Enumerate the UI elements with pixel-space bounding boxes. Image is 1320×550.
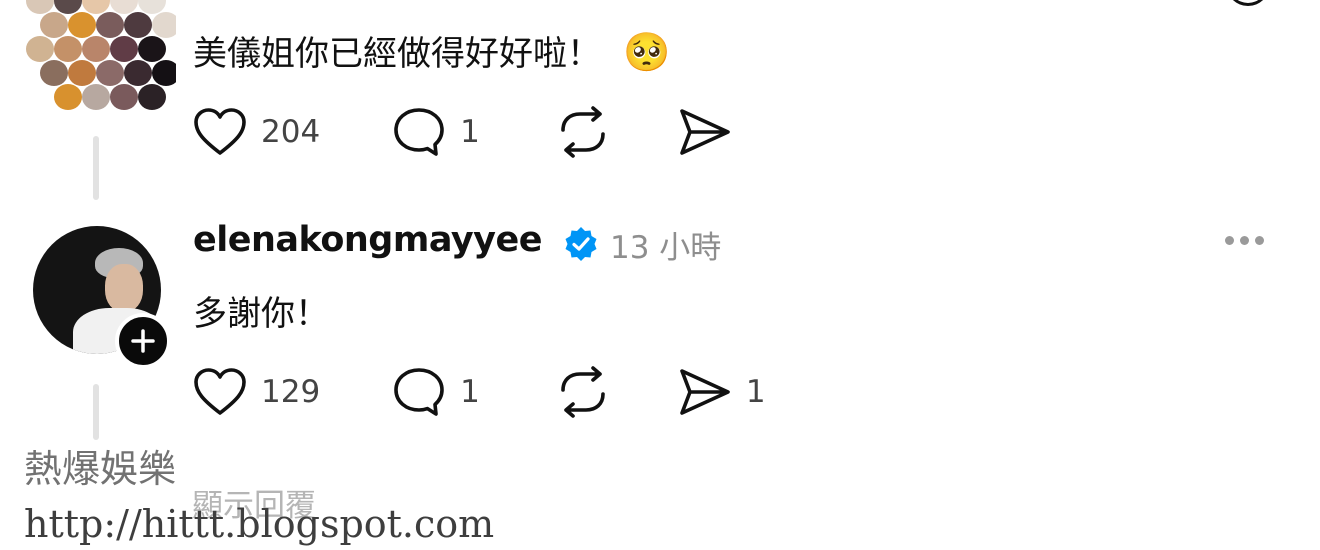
comment-button[interactable]: 1 [392, 366, 480, 418]
timestamp: 13 小時 [610, 230, 722, 266]
thread-line-1 [93, 136, 99, 200]
like-button[interactable]: 204 [193, 107, 320, 157]
comment-bubble-icon [394, 108, 444, 156]
comment-count: 1 [460, 114, 480, 150]
pleading-face-emoji: 🥺 [623, 30, 671, 74]
heart-icon [194, 368, 246, 415]
thread-line-2 [93, 384, 99, 440]
reply-1-text: 美儀姐你已經做得好好啦！ 🥺 [193, 30, 671, 74]
repost-icon [561, 366, 605, 418]
avatar-face [105, 264, 143, 312]
watermark-url: http://hittt.blogspot.com [24, 502, 495, 546]
more-options-button[interactable] [1225, 236, 1264, 245]
repost-button[interactable] [556, 366, 610, 418]
like-button[interactable]: 129 [193, 367, 320, 417]
share-count: 1 [745, 374, 766, 410]
comment-count: 1 [460, 374, 480, 410]
comment-button[interactable]: 1 [392, 106, 480, 158]
share-button[interactable] [678, 107, 732, 157]
like-count: 204 [261, 114, 321, 150]
reply-2-text: 多謝你！ [193, 294, 329, 334]
dot-icon [1255, 236, 1264, 245]
plus-icon [131, 329, 155, 353]
commenter-avatar[interactable] [26, 0, 176, 116]
reply-1-actions: 204 1 [193, 106, 732, 158]
heart-icon [194, 108, 246, 155]
comment-bubble-icon [394, 368, 444, 416]
repost-button[interactable] [556, 106, 610, 158]
send-icon [680, 369, 730, 415]
send-icon [680, 109, 730, 155]
watermark-title: 熱爆娛樂 [24, 447, 177, 491]
username[interactable]: elenakongmayyee [193, 220, 542, 260]
repost-icon [561, 106, 605, 158]
dot-icon [1225, 236, 1234, 245]
verified-badge-icon [565, 227, 597, 261]
follow-button[interactable] [115, 313, 171, 369]
reply-2-actions: 129 1 1 [193, 366, 766, 418]
like-count: 129 [261, 374, 321, 410]
share-button[interactable]: 1 [678, 367, 766, 417]
dot-icon [1240, 236, 1249, 245]
top-right-avatar-edge [1226, 0, 1270, 6]
